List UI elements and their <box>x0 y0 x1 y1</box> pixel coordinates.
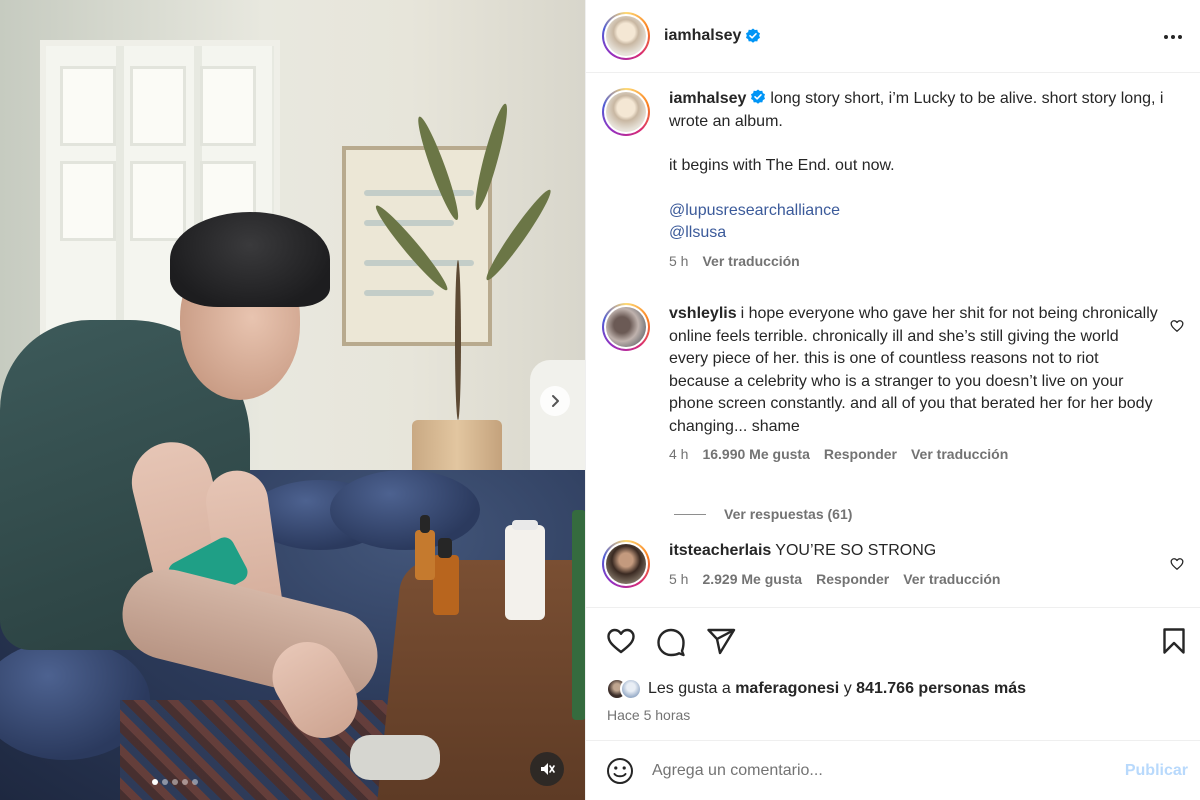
replies-divider <box>674 513 706 515</box>
comment-item: vshleylis i hope everyone who gave her sh… <box>602 303 1184 462</box>
comment-username[interactable]: itsteacherlais <box>669 542 771 559</box>
like-heart-icon[interactable] <box>606 627 636 655</box>
comment-item: itsteacherlais YOU’RE SO STRONG 5 h 2.929… <box>602 540 1184 588</box>
carousel-dot <box>182 779 188 785</box>
share-send-icon[interactable] <box>706 627 736 657</box>
commenter-avatar[interactable] <box>602 303 650 351</box>
comment-composer: Publicar <box>586 740 1200 800</box>
verified-badge-icon <box>751 89 766 104</box>
likes-connector: y <box>843 680 852 697</box>
likes-count[interactable]: 841.766 personas más <box>856 680 1026 697</box>
more-horizontal-icon[interactable] <box>1162 26 1184 48</box>
mention-link[interactable]: @lupusresearchalliance <box>669 200 1169 223</box>
comment-text: YOU’RE SO STRONG <box>775 542 937 559</box>
verified-badge-icon <box>746 28 761 43</box>
comment-reply-button[interactable]: Responder <box>816 571 889 587</box>
commenter-avatar[interactable] <box>602 540 650 588</box>
post-side-panel: iamhalsey iamhalsey long story short, i’… <box>585 0 1200 800</box>
view-replies-label: Ver respuestas (61) <box>724 506 853 522</box>
likes-prefix: Les gusta a <box>648 680 731 697</box>
comment-heart-icon[interactable] <box>1170 319 1184 333</box>
caption-username[interactable]: iamhalsey <box>669 90 746 107</box>
chevron-right-icon <box>552 395 559 407</box>
comment-translate-link[interactable]: Ver traducción <box>911 446 1008 462</box>
view-replies-button[interactable]: Ver respuestas (61) <box>674 506 852 522</box>
carousel-dot <box>152 779 158 785</box>
comment-likes[interactable]: 2.929 Me gusta <box>702 571 802 587</box>
likes-summary[interactable]: Les gusta a maferagonesi y 841.766 perso… <box>606 678 1026 700</box>
save-bookmark-icon[interactable] <box>1162 627 1186 655</box>
caption-translate-link[interactable]: Ver traducción <box>702 253 799 269</box>
comment-time: 5 h <box>669 570 689 587</box>
liker-avatar <box>620 678 642 700</box>
comment-heart-icon[interactable] <box>1170 557 1184 571</box>
carousel-dot <box>192 779 198 785</box>
emoji-smiley-icon[interactable] <box>606 757 634 785</box>
post-timestamp: Hace 5 horas <box>607 707 691 723</box>
post-header: iamhalsey <box>586 0 1200 73</box>
liker-username[interactable]: maferagonesi <box>735 680 839 697</box>
post-caption: iamhalsey long story short, i’m Lucky to… <box>602 88 1184 269</box>
mute-button[interactable] <box>530 752 564 786</box>
post-actions: Les gusta a maferagonesi y 841.766 perso… <box>586 607 1200 740</box>
author-username[interactable]: iamhalsey <box>664 27 741 45</box>
caption-text-line2: it begins with The End. out now. <box>669 157 895 174</box>
carousel-next-button[interactable] <box>540 386 570 416</box>
comment-bubble-icon[interactable] <box>656 627 686 657</box>
media-beanie <box>170 212 330 307</box>
carousel-dot <box>172 779 178 785</box>
comment-reply-button[interactable]: Responder <box>824 446 897 462</box>
carousel-indicator <box>152 779 198 785</box>
mention-link[interactable]: @llsusa <box>669 222 1169 245</box>
comment-text: i hope everyone who gave her shit for no… <box>669 305 1158 435</box>
post-media[interactable] <box>0 0 585 800</box>
comment-username[interactable]: vshleylis <box>669 305 737 322</box>
author-avatar[interactable] <box>602 12 650 60</box>
comment-time: 4 h <box>669 446 689 462</box>
carousel-dot <box>162 779 168 785</box>
comments-list[interactable]: iamhalsey long story short, i’m Lucky to… <box>586 74 1200 607</box>
speaker-muted-icon <box>541 763 555 775</box>
comment-likes[interactable]: 16.990 Me gusta <box>702 446 809 462</box>
publish-button[interactable]: Publicar <box>1125 762 1188 780</box>
caption-time: 5 h <box>669 252 689 269</box>
comment-input[interactable] <box>652 761 1092 780</box>
caption-avatar[interactable] <box>602 88 650 136</box>
comment-translate-link[interactable]: Ver traducción <box>903 571 1000 587</box>
